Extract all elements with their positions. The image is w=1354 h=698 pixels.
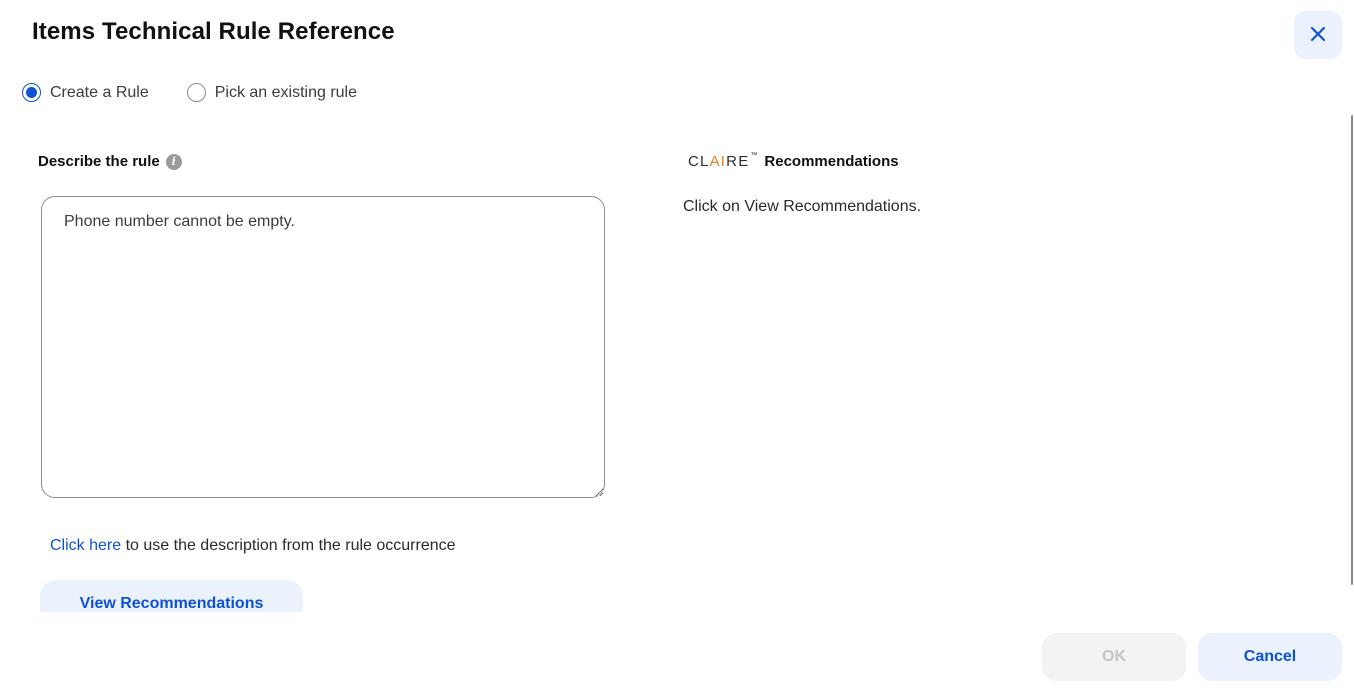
recommendations-hint: Click on View Recommendations. bbox=[683, 198, 922, 215]
rule-mode-radio-group: Create a Rule Pick an existing rule bbox=[22, 83, 395, 102]
content-scrollbar[interactable] bbox=[1351, 115, 1353, 585]
click-here-suffix: to use the description from the rule occ… bbox=[121, 537, 456, 554]
radio-button-unchecked[interactable] bbox=[186, 83, 206, 102]
close-button[interactable] bbox=[1294, 11, 1342, 59]
recommendations-title: Recommendations bbox=[764, 153, 899, 170]
rule-description-textarea[interactable] bbox=[41, 196, 605, 498]
describe-rule-label: Describe the rule i bbox=[38, 153, 182, 170]
close-icon bbox=[1310, 26, 1326, 45]
claire-header: CL AI RE ™ Recommendations bbox=[688, 152, 899, 170]
click-here-link[interactable]: Click here bbox=[50, 537, 121, 554]
info-icon[interactable]: i bbox=[165, 153, 182, 170]
radio-button-checked[interactable] bbox=[22, 83, 41, 102]
dialog-title: Items Technical Rule Reference bbox=[32, 18, 395, 45]
rule-reference-dialog: Items Technical Rule Reference Create a … bbox=[0, 0, 1354, 698]
view-recommendations-button[interactable]: View Recommendations bbox=[40, 580, 303, 612]
radio-label: Create a Rule bbox=[50, 83, 149, 101]
radio-create-rule[interactable]: Create a Rule bbox=[22, 83, 149, 102]
ok-button[interactable]: OK bbox=[1042, 633, 1186, 681]
claire-logo: CL AI RE ™ bbox=[688, 152, 758, 170]
use-occurrence-description-line: Click here to use the description from t… bbox=[50, 537, 456, 555]
describe-rule-label-text: Describe the rule bbox=[38, 153, 160, 170]
cancel-button[interactable]: Cancel bbox=[1198, 633, 1342, 681]
radio-pick-existing-rule[interactable]: Pick an existing rule bbox=[186, 83, 358, 102]
radio-label: Pick an existing rule bbox=[214, 83, 358, 101]
dialog-content: Describe the rule i Click here to use th… bbox=[0, 115, 1354, 612]
